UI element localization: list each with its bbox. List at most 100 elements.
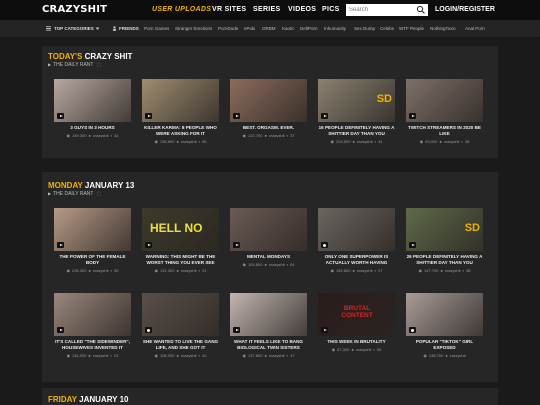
- post-thumbnail[interactable]: [142, 293, 219, 336]
- search-icon[interactable]: [416, 5, 426, 15]
- post-thumbnail[interactable]: [54, 293, 131, 336]
- eye-icon: ◉: [154, 139, 158, 144]
- user-icon: ●: [440, 268, 443, 273]
- post-thumbnail[interactable]: [406, 79, 483, 122]
- post-title[interactable]: POPULAR "TIKTOK" GIRL EXPOSED: [406, 339, 483, 351]
- nav-videos[interactable]: VIDEOS: [288, 6, 316, 13]
- author-name[interactable]: crazyshit: [93, 133, 109, 138]
- author-name[interactable]: crazyshit: [93, 353, 109, 358]
- post-title[interactable]: THE POWER OF THE FEMALE BODY: [54, 254, 131, 266]
- post-meta: ◉ 109,800 ● crazyshit ▪ 64: [230, 262, 307, 267]
- post-title[interactable]: SHE WANTED TO LIVE THE GANG LIFE, AND SH…: [142, 339, 219, 351]
- author-name[interactable]: crazyshit: [93, 268, 109, 273]
- post-title[interactable]: IT'S CALLED "THE SIDEWINDER", HOUSEWIVES…: [54, 339, 131, 351]
- subnav-link[interactable]: PornDude: [218, 26, 238, 31]
- section-subtitle[interactable]: ▶ THE DAILY RANT ▢: [48, 62, 101, 68]
- post-title[interactable]: 16 PEOPLE DEFINITELY HAVING A SHITTIER D…: [318, 125, 395, 137]
- eye-icon: ◉: [242, 133, 246, 138]
- view-count: 116,900: [72, 353, 87, 358]
- post-thumbnail[interactable]: [406, 293, 483, 336]
- post-thumbnail[interactable]: SD: [406, 208, 483, 251]
- post-title[interactable]: WHAT IT FEELS LIKE TO BANG BIOLOGICAL TW…: [230, 339, 307, 351]
- author-name[interactable]: crazyshit: [356, 347, 372, 352]
- user-icon: ●: [88, 268, 91, 273]
- subnav-link[interactable]: ORBM: [262, 26, 276, 31]
- post-meta: ◉ 154,800 ● crazyshit ▪ 27: [318, 268, 395, 273]
- comment-icon: ▪: [374, 268, 377, 273]
- post-thumbnail[interactable]: BRUTAL CONTENT: [318, 293, 395, 336]
- subnav-friends[interactable]: FRIENDS: [119, 26, 139, 31]
- subnav-link[interactable]: Inhumanity: [324, 26, 346, 31]
- video-play-icon: [57, 327, 64, 333]
- author-name[interactable]: crazyshit: [450, 353, 466, 358]
- section-subtitle[interactable]: ▶ THE DAILY RANT ▢: [48, 191, 101, 197]
- subnav-link[interactable]: WTF People: [399, 26, 424, 31]
- comment-count: 37: [290, 133, 295, 138]
- author-name[interactable]: crazyshit: [357, 268, 373, 273]
- user-icon: ●: [439, 139, 442, 144]
- post-title[interactable]: TWITCH STREAMERS IN 2020 BE LIKE: [406, 125, 483, 137]
- post-thumbnail[interactable]: [230, 79, 307, 122]
- post-thumbnail[interactable]: [54, 208, 131, 251]
- subnav-link[interactable]: DeltPorn: [300, 26, 318, 31]
- post-thumbnail[interactable]: HELL NO: [142, 208, 219, 251]
- author-name[interactable]: crazyshit: [269, 262, 285, 267]
- subnav-link[interactable]: Celebs: [380, 26, 394, 31]
- view-count: 122,700: [247, 133, 263, 138]
- post-thumbnail[interactable]: [230, 293, 307, 336]
- author-name[interactable]: crazyshit: [357, 139, 373, 144]
- post-thumbnail[interactable]: SD: [318, 79, 395, 122]
- author-name[interactable]: crazyshit: [445, 268, 461, 273]
- post-title[interactable]: MENTAL MONDAYS: [230, 254, 307, 260]
- post-thumbnail[interactable]: [142, 79, 219, 122]
- post-title[interactable]: ONLY ONE SUPERPOWER IS ACTUALLY WORTH HA…: [318, 254, 395, 266]
- login-register-link[interactable]: LOGIN/REGISTER: [435, 6, 495, 13]
- subnav-link[interactable]: NothingToxic: [430, 26, 456, 31]
- post-meta: ◉ 116,900 ● crazyshit ▪ 23: [54, 353, 131, 358]
- top-navbar: CRAZYSHIT USER UPLOADS VR SITES SERIES V…: [0, 0, 540, 20]
- nav-vr-sites[interactable]: VR SITES: [212, 6, 246, 13]
- author-name[interactable]: crazyshit: [181, 353, 197, 358]
- author-name[interactable]: crazyshit: [269, 133, 285, 138]
- author-name[interactable]: crazyshit: [444, 139, 460, 144]
- user-icon: ●: [352, 139, 355, 144]
- subnav-link[interactable]: Stranger Erections: [175, 26, 212, 31]
- nav-pics[interactable]: PICS: [322, 6, 340, 13]
- subnav-link[interactable]: Sex Dump: [354, 26, 375, 31]
- subnav-link[interactable]: Kaotic: [282, 26, 295, 31]
- author-name[interactable]: crazyshit: [269, 353, 285, 358]
- site-logo[interactable]: CRAZYSHIT: [42, 4, 107, 15]
- subnav-link[interactable]: Porn Games: [144, 26, 169, 31]
- sub-navbar: TOP CATEGORIES FRIENDS Porn Games Strang…: [0, 20, 540, 37]
- post-thumbnail[interactable]: [230, 208, 307, 251]
- eye-icon: ◉: [154, 353, 158, 358]
- post-title[interactable]: 3 GUYS IN 3 HOURS: [54, 125, 131, 131]
- post-meta: ◉ 205,300 ● crazyshit ▪ 50: [54, 268, 131, 273]
- eye-icon: ◉: [242, 262, 246, 267]
- eye-icon: ◉: [418, 268, 422, 273]
- post-thumbnail[interactable]: [318, 208, 395, 251]
- author-name[interactable]: crazyshit: [181, 139, 197, 144]
- video-play-icon: [145, 242, 152, 248]
- post-title[interactable]: THIS WEEK IN BRUTALITY: [318, 339, 395, 345]
- nav-series[interactable]: SERIES: [253, 6, 280, 13]
- camera-icon: [321, 242, 328, 248]
- video-play-icon: [233, 242, 240, 248]
- post-thumbnail[interactable]: [54, 79, 131, 122]
- subnav-link[interactable]: ePoki: [244, 26, 255, 31]
- nav-user-uploads[interactable]: USER UPLOADS: [152, 6, 211, 13]
- user-icon: ●: [351, 347, 354, 352]
- post-title[interactable]: WARNING: THIS MIGHT BE THE WORST THING Y…: [142, 254, 219, 266]
- author-name[interactable]: crazyshit: [181, 268, 197, 273]
- subnav-top-categories[interactable]: TOP CATEGORIES: [54, 26, 94, 31]
- view-count: 147,700: [423, 268, 439, 273]
- view-count: 109,800: [247, 262, 263, 267]
- post-title[interactable]: BEST. ORGASM. EVER.: [230, 125, 307, 131]
- video-play-icon: [145, 113, 152, 119]
- section-title: TODAY'S CRAZY SHIT: [48, 52, 133, 61]
- play-icon: ▶: [48, 191, 52, 196]
- post-title[interactable]: KILLER KARMA: 8 PEOPLE WHO WERE ASKING F…: [142, 125, 219, 137]
- post-meta: ◉ 137,800 ● crazyshit ▪ 47: [230, 353, 307, 358]
- post-title[interactable]: 26 PEOPLE DEFINITELY HAVING A SHITTIER D…: [406, 254, 483, 266]
- subnav-link[interactable]: Anal Porn: [465, 26, 485, 31]
